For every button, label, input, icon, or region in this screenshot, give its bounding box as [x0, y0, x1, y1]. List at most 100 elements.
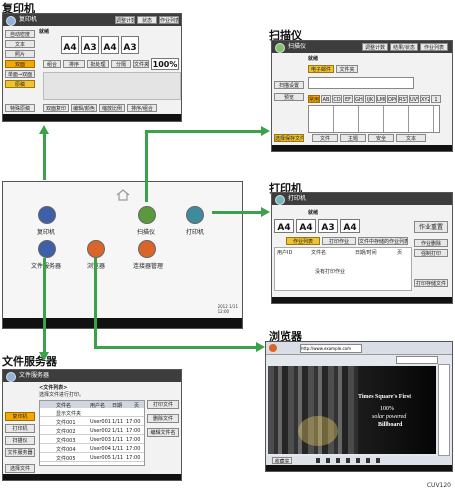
browser-scrollbar[interactable]	[438, 364, 450, 456]
scanner-top-btn-2[interactable]: 结果/状态	[390, 43, 418, 51]
docserver-select-button[interactable]: 选择文件	[5, 464, 35, 473]
printer-tray-1-size: A4	[277, 223, 291, 233]
copier-screen: 复印机 调整计数 状态 作业列表 就绪 自动密度 文本 照片 双面 单面→双面 …	[2, 13, 182, 122]
copier-bottom-btn-4[interactable]: 缩放比例	[99, 104, 125, 112]
table-row[interactable]: 文件002 User002 1/11 17:00	[40, 427, 144, 435]
copier-bottom-btn-2[interactable]: 双面复印	[43, 104, 69, 112]
scanner-alpha-4[interactable]: GH	[354, 95, 364, 103]
figure-code: CUV120	[426, 482, 451, 489]
browser-nav-icons[interactable]	[316, 458, 386, 463]
printer-tab-3[interactable]: 文件中存储的作业列表	[358, 237, 408, 245]
copier-bottom-btn-1[interactable]: 特殊原稿	[5, 104, 35, 112]
printer-right-btn-3[interactable]: 强制打印	[414, 249, 448, 257]
docserver-left-btn-3[interactable]: 扫描仪	[5, 436, 35, 445]
copier-zoom[interactable]: 100%	[151, 58, 179, 70]
printer-app-icon	[275, 195, 285, 205]
row-name: 文件001	[56, 420, 76, 426]
scanner-app-icon-home[interactable]	[138, 206, 156, 224]
copier-left-btn-5[interactable]: 单面→双面	[5, 70, 35, 78]
browser-back-icon[interactable]	[269, 344, 277, 352]
scanner-dest-field[interactable]	[308, 77, 414, 89]
printer-tab-1[interactable]: 作业列表	[286, 237, 320, 245]
printer-right-btn-2[interactable]: 作业删除	[414, 239, 448, 247]
copier-left-btn-3[interactable]: 照片	[5, 50, 35, 58]
scanner-bottom-btn-2[interactable]: 文件	[312, 134, 338, 142]
scanner-top-btn-1[interactable]: 调整计数	[362, 43, 388, 51]
browser-app-icon-home[interactable]	[87, 240, 105, 258]
scanner-alpha-6[interactable]: LMN	[376, 95, 386, 103]
copier-tray-1[interactable]: A4	[61, 36, 79, 54]
printer-right-btn-4[interactable]: 打印存储文件	[414, 279, 448, 287]
browser-search-field[interactable]	[396, 356, 438, 364]
scanner-alpha-5[interactable]: IJK	[365, 95, 375, 103]
browser-screen: http://www.example.com Times Square's Fi…	[265, 341, 453, 472]
scanner-bottom-btn-5[interactable]: 文本	[396, 134, 426, 142]
scanner-alpha-8[interactable]: RST	[398, 95, 408, 103]
printer-stop-button[interactable]: 作业重置	[414, 221, 448, 233]
copier-app-icon	[6, 16, 16, 26]
scanner-alpha-9[interactable]: UVW	[409, 95, 419, 103]
copier-mid-btn-1[interactable]: 组合	[43, 60, 61, 68]
printer-tray-3-size: A3	[321, 223, 335, 233]
printer-app-icon-home[interactable]	[186, 206, 204, 224]
scanner-alpha-2[interactable]: CD	[332, 95, 342, 103]
scanner-alpha-7[interactable]: OPQ	[387, 95, 397, 103]
copier-mid-btn-2[interactable]: 排序	[63, 60, 85, 68]
docserver-left-btn-4[interactable]: 文件服务器	[5, 448, 35, 457]
home-icon[interactable]	[116, 186, 130, 201]
printer-tab-2[interactable]: 打印作业	[322, 237, 356, 245]
copier-top-btn-1[interactable]: 调整计数	[115, 16, 135, 24]
docserver-app-icon-home[interactable]	[38, 240, 56, 258]
copier-app-icon-home[interactable]	[38, 206, 56, 224]
scanner-alpha-0[interactable]: 常用	[308, 95, 320, 103]
docserver-left-btn-2[interactable]: 打印机	[5, 424, 35, 433]
printer-tray-2-size: A4	[299, 223, 313, 233]
copier-tray-4[interactable]: A3	[121, 36, 139, 54]
docserver-bottom-bar	[3, 474, 181, 480]
scanner-dest-grid[interactable]	[308, 105, 440, 133]
copier-left-btn-4[interactable]: 双面	[5, 60, 35, 68]
connector-app-icon-home[interactable]	[138, 240, 156, 258]
copier-left-btn-1[interactable]: 自动密度	[5, 30, 35, 38]
scanner-alpha-1[interactable]: AB	[321, 95, 331, 103]
copier-bottom-btn-3[interactable]: 编辑/颜色	[71, 104, 97, 112]
scanner-bottom-btn-4[interactable]: 安全	[368, 134, 394, 142]
docserver-right-btn-1[interactable]: 打印文件	[147, 400, 179, 409]
scanner-alpha-10[interactable]: XYZ	[420, 95, 430, 103]
table-row[interactable]: 文件003 User003 1/11 17:00	[40, 436, 144, 444]
arrow-head-scanner	[261, 126, 270, 136]
browser-banner: Times Square's First 100% solar powered …	[268, 366, 436, 454]
printer-titlebar: 打印机	[272, 193, 452, 205]
scanner-preview-btn[interactable]: 预览	[274, 93, 304, 101]
table-row[interactable]: 文件005 User005 1/11 17:00	[40, 454, 144, 462]
scanner-tab-email[interactable]: 电子邮件	[308, 65, 334, 73]
copier-mid-btn-5[interactable]: 文件夹	[133, 60, 149, 68]
scanner-top-btn-3[interactable]: 作业列表	[420, 43, 448, 51]
table-row[interactable]: 文件004 User004 1/11 17:00	[40, 445, 144, 453]
copier-bottom-btn-5[interactable]: 排序/组合	[127, 104, 157, 112]
browser-url-field[interactable]: http://www.example.com	[300, 344, 362, 353]
docserver-right-btn-3[interactable]: 编辑文件名	[147, 428, 179, 437]
copier-mid-btn-3[interactable]: 批处理	[87, 60, 109, 68]
copier-tray-3[interactable]: A4	[101, 36, 119, 54]
docserver-table-header: 文件名 用户名 日期 页	[40, 401, 144, 409]
scanner-tab-folder[interactable]: 文件夹	[336, 65, 358, 73]
copier-tray-2[interactable]: A3	[81, 36, 99, 54]
table-row[interactable]: 文件001 User001 1/11 17:00	[40, 418, 144, 426]
table-row[interactable]: 显示文件夹	[40, 409, 144, 417]
copier-left-btn-6[interactable]: 原稿	[5, 80, 35, 88]
scanner-settings-btn[interactable]: 扫描设置	[274, 81, 304, 89]
copier-top-btn-2[interactable]: 状态	[137, 16, 157, 24]
docserver-right-btn-2[interactable]: 删除文件	[147, 414, 179, 423]
copier-mid-btn-4[interactable]: 分隔	[111, 60, 131, 68]
scanner-bottom-btn-1[interactable]: 选择保存文件	[274, 134, 304, 142]
scanner-alpha-3[interactable]: EF	[343, 95, 353, 103]
copier-top-btn-3[interactable]: 作业列表	[159, 16, 179, 24]
browser-bottom-bar	[266, 465, 452, 471]
row-date: 1/11	[112, 455, 124, 461]
scanner-bottom-btn-3[interactable]: 主题	[340, 134, 366, 142]
browser-favorites-button[interactable]: 收藏夹	[272, 457, 292, 464]
copier-left-btn-2[interactable]: 文本	[5, 40, 35, 48]
docserver-left-btn-1[interactable]: 复印机	[5, 412, 35, 421]
scanner-alpha-11[interactable]: 1	[431, 95, 441, 103]
